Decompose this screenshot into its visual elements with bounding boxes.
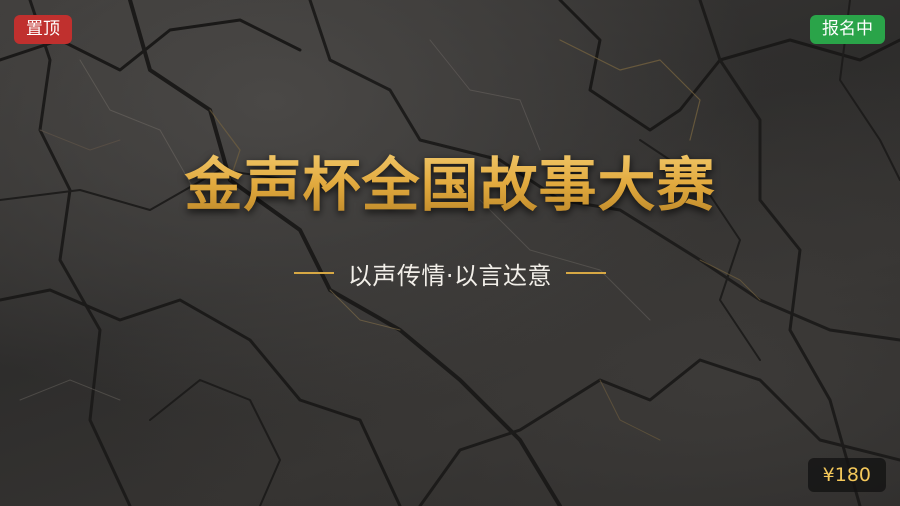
event-subtitle: 以声传情·以言达意	[347, 261, 553, 290]
price-tag: ¥180	[807, 458, 886, 492]
registration-status-badge: 报名中	[810, 15, 885, 44]
pinned-badge: 置顶	[14, 15, 72, 44]
subtitle-row: 以声传情·以言达意	[0, 256, 900, 290]
right-divider	[566, 272, 607, 274]
left-divider	[293, 272, 334, 274]
event-card[interactable]: 置顶 报名中 金声杯全国故事大赛 以声传情·以言达意 ¥180	[0, 0, 900, 506]
marble-background	[0, 0, 900, 506]
event-title: 金声杯全国故事大赛	[0, 138, 900, 222]
